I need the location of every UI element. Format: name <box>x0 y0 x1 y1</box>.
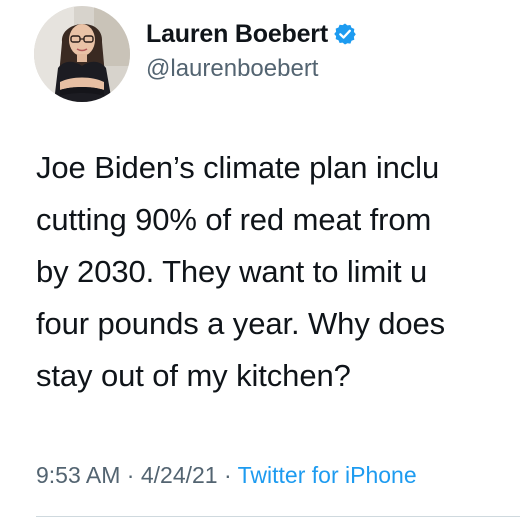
tweet-text-line: cutting 90% of red meat from <box>36 202 432 237</box>
verified-badge-icon <box>333 22 357 46</box>
author-avatar[interactable] <box>34 6 130 102</box>
tweet-card: Lauren Boebert @laurenboebert Joe Biden’… <box>0 0 520 520</box>
meta-separator: · <box>126 462 135 488</box>
tweet-date[interactable]: 4/24/21 <box>141 462 218 488</box>
author-names: Lauren Boebert @laurenboebert <box>146 20 357 83</box>
tweet-header: Lauren Boebert @laurenboebert <box>34 4 357 104</box>
author-handle[interactable]: @laurenboebert <box>146 55 357 83</box>
tweet-meta: 9:53 AM · 4/24/21 · Twitter for iPhone <box>36 462 417 489</box>
tweet-text-line: stay out of my kitchen? <box>36 358 351 393</box>
author-avatar-image <box>34 6 130 102</box>
tweet-text-line: four pounds a year. Why does <box>36 306 446 341</box>
display-name-row: Lauren Boebert <box>146 20 357 49</box>
meta-separator: · <box>223 462 232 488</box>
tweet-time[interactable]: 9:53 AM <box>36 462 120 488</box>
tweet-text: Joe Biden’s climate plan inclu cutting 9… <box>36 142 520 402</box>
tweet-source-link[interactable]: Twitter for iPhone <box>238 462 417 488</box>
author-display-name[interactable]: Lauren Boebert <box>146 20 328 49</box>
tweet-text-line: Joe Biden’s climate plan inclu <box>36 150 440 185</box>
divider <box>36 516 520 517</box>
tweet-text-line: by 2030. They want to limit u <box>36 254 428 289</box>
